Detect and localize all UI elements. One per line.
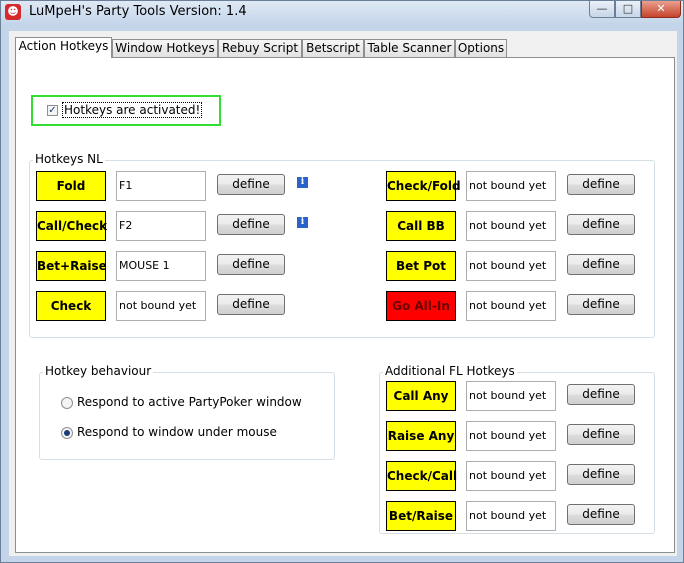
action-call-bb[interactable]: Call BB (386, 211, 456, 241)
smiley-icon[interactable]: ☻ (5, 4, 21, 20)
binding-call-check[interactable]: F2 (116, 211, 206, 241)
minimize-button[interactable]: — (589, 1, 615, 18)
tab-rebuy-script[interactable]: Rebuy Script (218, 39, 302, 57)
hotkeys-activated-checkbox[interactable]: ✓ (47, 105, 58, 116)
action-fold[interactable]: Fold (36, 171, 106, 201)
action-call-any[interactable]: Call Any (386, 381, 456, 411)
define-fold-button[interactable]: define (217, 174, 285, 195)
action-bet-raise[interactable]: Bet+Raise (36, 251, 107, 281)
fl-hotkeys-title: Additional FL Hotkeys (383, 364, 517, 378)
define-check-fold-button[interactable]: define (567, 174, 635, 195)
client-area: Action Hotkeys Window Hotkeys Rebuy Scri… (9, 31, 677, 556)
define-check-button[interactable]: define (217, 294, 285, 315)
define-raise-any-button[interactable]: define (567, 424, 635, 445)
action-bet-pot[interactable]: Bet Pot (386, 251, 456, 281)
tab-window-hotkeys[interactable]: Window Hotkeys (112, 39, 218, 57)
title-bar[interactable]: ☻ LuMpeH's Party Tools Version: 1.4 — □ … (1, 1, 683, 23)
action-call-check[interactable]: Call/Check (36, 211, 107, 241)
binding-bet-pot[interactable]: not bound yet (466, 251, 556, 281)
define-call-any-button[interactable]: define (567, 384, 635, 405)
hotkey-behaviour-title: Hotkey behaviour (43, 364, 154, 378)
action-check-call[interactable]: Check/Call (386, 461, 457, 491)
binding-check-fold[interactable]: not bound yet (466, 171, 556, 201)
binding-call-any[interactable]: not bound yet (466, 381, 556, 411)
binding-fold[interactable]: F1 (116, 171, 206, 201)
maximize-button[interactable]: □ (615, 1, 641, 18)
define-bet-raise-button[interactable]: define (217, 254, 285, 275)
define-call-check-button[interactable]: define (217, 214, 285, 235)
info-icon[interactable]: i (297, 217, 308, 228)
hotkey-behaviour-group (39, 372, 335, 460)
binding-bet-raise[interactable]: MOUSE 1 (116, 251, 206, 281)
binding-raise-any[interactable]: not bound yet (466, 421, 556, 451)
define-bet-pot-button[interactable]: define (567, 254, 635, 275)
binding-check-call[interactable]: not bound yet (466, 461, 556, 491)
hotkeys-activated-label[interactable]: Hotkeys are activated! (61, 102, 203, 118)
action-bet-raise-fl[interactable]: Bet/Raise (386, 501, 456, 531)
close-button[interactable]: ✕ (641, 1, 681, 18)
define-go-all-in-button[interactable]: define (567, 294, 635, 315)
binding-bet-raise-fl[interactable]: not bound yet (466, 501, 556, 531)
radio-active-window[interactable] (61, 397, 73, 409)
binding-check[interactable]: not bound yet (116, 291, 206, 321)
binding-go-all-in[interactable]: not bound yet (466, 291, 556, 321)
binding-call-bb[interactable]: not bound yet (466, 211, 556, 241)
activation-highlight: ✓ Hotkeys are activated! (31, 95, 221, 126)
tab-table-scanner[interactable]: Table Scanner (364, 39, 455, 57)
action-check[interactable]: Check (36, 291, 106, 321)
info-icon[interactable]: i (297, 177, 308, 188)
app-window: ☻ LuMpeH's Party Tools Version: 1.4 — □ … (0, 0, 684, 563)
tab-options[interactable]: Options (455, 39, 507, 57)
tab-betscript[interactable]: Betscript (302, 39, 364, 57)
define-check-call-button[interactable]: define (567, 464, 635, 485)
action-hotkeys-panel: ✓ Hotkeys are activated! Hotkeys NL Fold… (15, 57, 675, 553)
action-check-fold[interactable]: Check/Fold (386, 171, 461, 201)
radio-window-under-mouse[interactable] (61, 427, 73, 439)
action-go-all-in[interactable]: Go All-In (386, 291, 456, 321)
window-title: LuMpeH's Party Tools Version: 1.4 (29, 4, 247, 19)
action-raise-any[interactable]: Raise Any (386, 421, 456, 451)
radio-active-window-label[interactable]: Respond to active PartyPoker window (77, 395, 302, 409)
tab-action-hotkeys[interactable]: Action Hotkeys (15, 37, 112, 58)
define-bet-raise-fl-button[interactable]: define (567, 504, 635, 525)
hotkeys-nl-title: Hotkeys NL (33, 152, 105, 166)
radio-window-under-mouse-label[interactable]: Respond to window under mouse (77, 425, 277, 439)
define-call-bb-button[interactable]: define (567, 214, 635, 235)
